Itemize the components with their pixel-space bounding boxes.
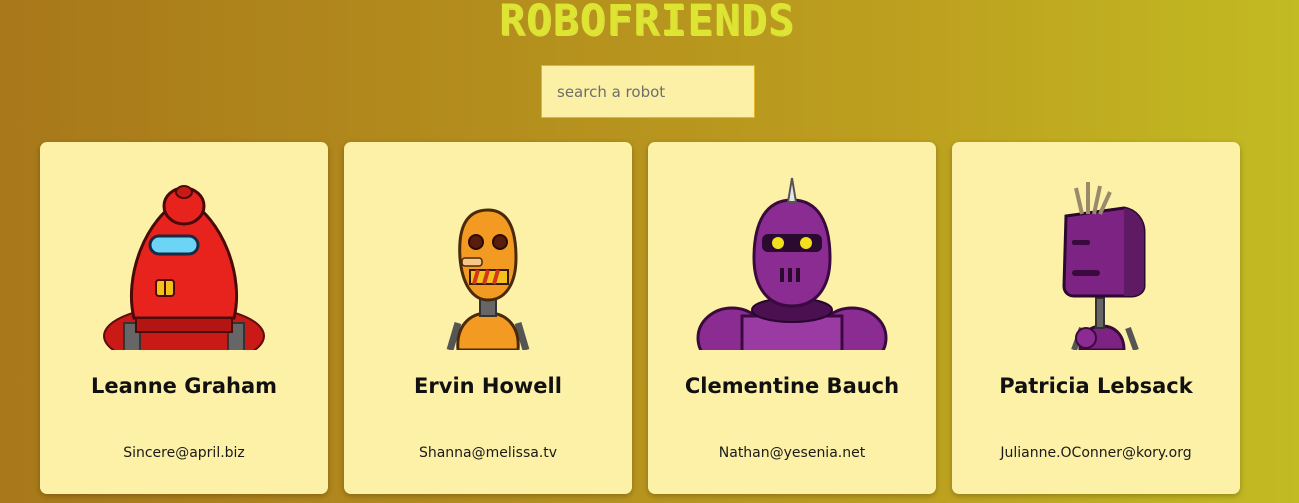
robot-card: Clementine Bauch Nathan@yesenia.net [648,142,936,494]
robot-name: Ervin Howell [414,374,562,398]
search-input[interactable] [541,65,755,118]
robot-card: Ervin Howell Shanna@melissa.tv [344,142,632,494]
robot-avatar-image [103,185,265,350]
robot-email: Julianne.OConner@kory.org [1000,445,1192,461]
robot-name: Clementine Bauch [684,374,900,398]
robot-card: Leanne Graham Sincere@april.biz [40,142,328,494]
robot-avatar-image [1062,182,1146,350]
robot-name: Leanne Graham [90,374,278,398]
robot-email: Nathan@yesenia.net [718,445,866,461]
robot-email: Shanna@melissa.tv [418,445,558,461]
page-title: ROBOFRIENDS [499,0,795,46]
robot-card: Patricia Lebsack Julianne.OConner@kory.o… [952,142,1240,494]
robot-email: Sincere@april.biz [123,445,245,461]
robot-name: Patricia Lebsack [999,374,1193,398]
robot-avatar-image [696,177,888,350]
robot-avatar-image [446,208,530,350]
